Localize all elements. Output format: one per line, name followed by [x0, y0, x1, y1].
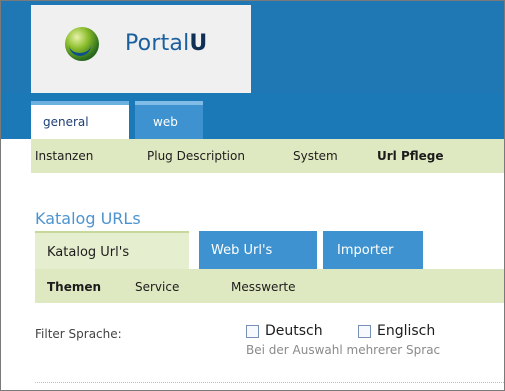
logo-text: PortalU: [125, 31, 208, 56]
tab-web[interactable]: web: [135, 101, 203, 139]
logo-text-regular: Portal: [125, 31, 190, 56]
checkbox-deutsch[interactable]: [246, 325, 259, 338]
tab-web-urls-label: Web Url's: [211, 243, 273, 258]
checkbox-englisch[interactable]: [358, 325, 371, 338]
tab-katalog-urls-label: Katalog Url's: [47, 245, 130, 260]
tab-web-label: web: [153, 115, 178, 129]
tab-web-urls[interactable]: Web Url's: [199, 231, 317, 269]
subnav-item-instanzen[interactable]: Instanzen: [35, 149, 93, 163]
tab-importer-label: Importer: [337, 243, 394, 258]
section-subnav: Themen Service Messwerte: [35, 269, 504, 303]
filter-hint: Bei der Auswahl mehrerer Sprac: [246, 343, 441, 357]
filter-label: Filter Sprache:: [35, 327, 122, 341]
tab-importer[interactable]: Importer: [323, 231, 423, 269]
checkbox-deutsch-label[interactable]: Deutsch: [265, 323, 323, 339]
subnav-item-plug-description[interactable]: Plug Description: [147, 149, 245, 163]
section-subnav-item-messwerte[interactable]: Messwerte: [231, 280, 295, 294]
section-subnav-item-service[interactable]: Service: [135, 280, 179, 294]
logo-text-bold: U: [189, 31, 208, 56]
tab-general[interactable]: general: [31, 101, 129, 139]
checkbox-englisch-label[interactable]: Englisch: [377, 323, 435, 339]
tab-general-label: general: [43, 115, 89, 129]
subnav-item-url-pflege[interactable]: Url Pflege: [377, 149, 444, 163]
portalu-logo-icon: [65, 27, 99, 61]
subnav-item-system[interactable]: System: [293, 149, 338, 163]
subnav: Instanzen Plug Description System Url Pf…: [31, 139, 504, 173]
divider: [35, 382, 504, 383]
section-subnav-item-themen[interactable]: Themen: [47, 280, 101, 294]
page-title: Katalog URLs: [35, 209, 141, 228]
browser-viewport: PortalU general web Instanzen Plug Descr…: [0, 0, 505, 391]
logo[interactable]: PortalU: [31, 5, 251, 93]
tab-katalog-urls[interactable]: Katalog Url's: [35, 231, 189, 269]
